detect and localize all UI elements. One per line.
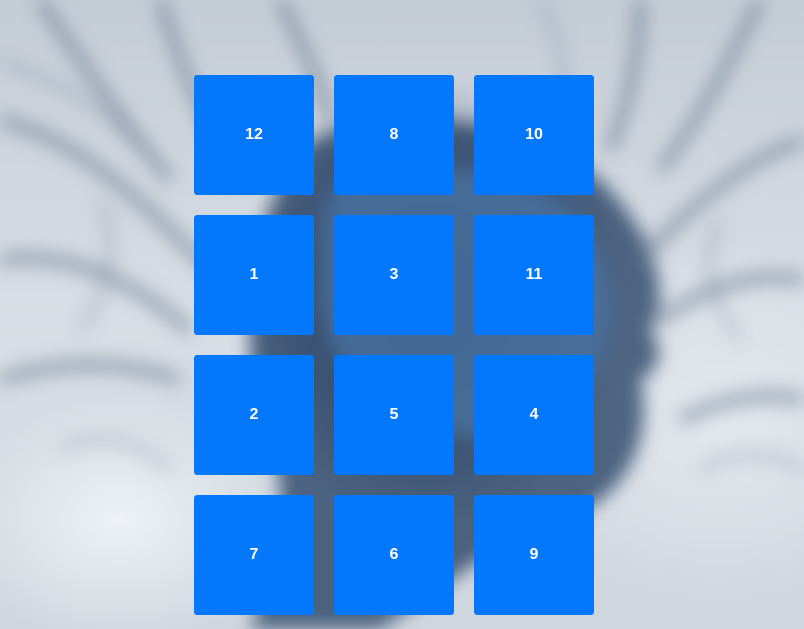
puzzle-tile[interactable]: 2 xyxy=(194,355,314,475)
puzzle-tile[interactable]: 12 xyxy=(194,75,314,195)
puzzle-tile[interactable]: 10 xyxy=(474,75,594,195)
puzzle-tile[interactable]: 1 xyxy=(194,215,314,335)
puzzle-grid: 12 8 10 1 3 11 2 5 4 7 6 9 xyxy=(194,75,594,615)
puzzle-tile[interactable]: 5 xyxy=(334,355,454,475)
puzzle-tile[interactable]: 9 xyxy=(474,495,594,615)
puzzle-tile[interactable]: 11 xyxy=(474,215,594,335)
puzzle-tile[interactable]: 4 xyxy=(474,355,594,475)
puzzle-tile[interactable]: 6 xyxy=(334,495,454,615)
puzzle-tile[interactable]: 7 xyxy=(194,495,314,615)
puzzle-tile[interactable]: 3 xyxy=(334,215,454,335)
puzzle-tile[interactable]: 8 xyxy=(334,75,454,195)
